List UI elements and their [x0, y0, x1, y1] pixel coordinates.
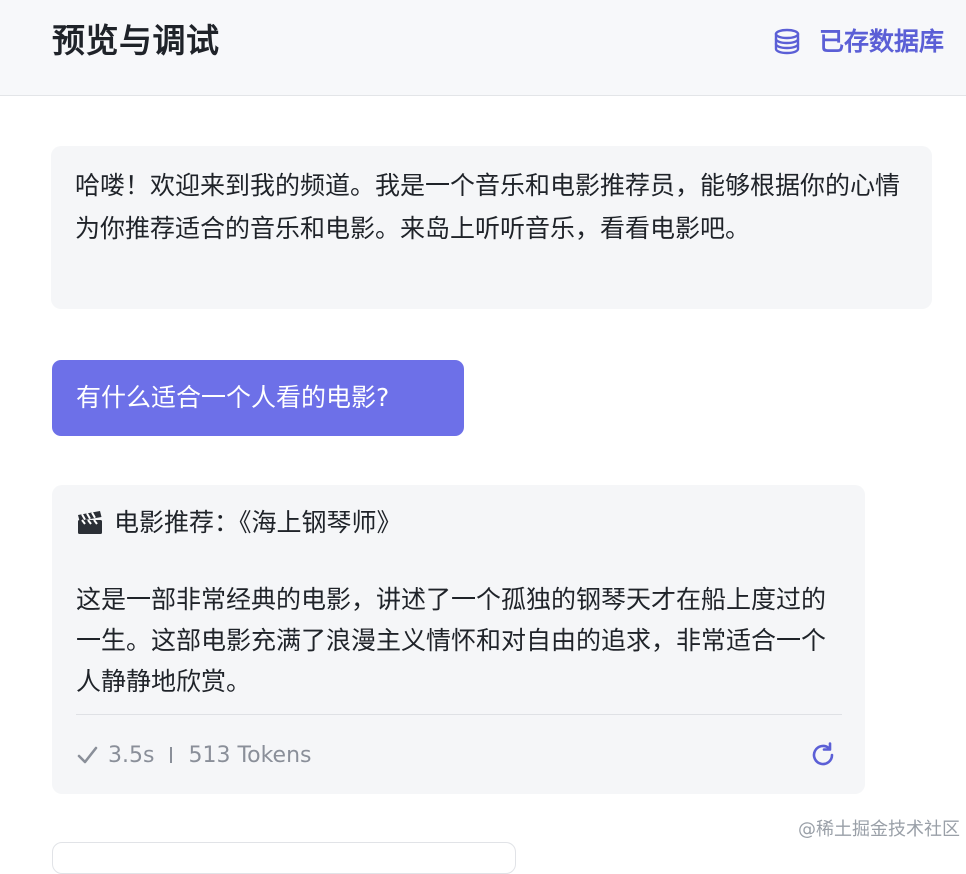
next-message-bubble — [52, 842, 516, 874]
header-bar: 预览与调试 已存数据库 — [0, 0, 966, 96]
user-message-text: 有什么适合一个人看的电影? — [76, 383, 390, 412]
meta-separator — [170, 747, 173, 763]
token-count: 513 Tokens — [188, 742, 312, 768]
reply-body-text: 这是一部非常经典的电影，讲述了一个孤独的钢琴天才在船上度过的一生。这部电影充满了… — [76, 585, 827, 696]
page-title: 预览与调试 — [52, 21, 220, 60]
bot-greeting-text: 哈喽！欢迎来到我的频道。我是一个音乐和电影推荐员，能够根据你的心情为你推荐适合的… — [75, 171, 901, 243]
checkmark-icon — [77, 746, 98, 764]
bot-greeting-message: 哈喽！欢迎来到我的频道。我是一个音乐和电影推荐员，能够根据你的心情为你推荐适合的… — [51, 146, 932, 309]
reply-meta: 3.5s 513 Tokens — [76, 737, 312, 773]
reply-title-text: 电影推荐：《海上钢琴师》 — [114, 508, 402, 537]
regenerate-button[interactable] — [809, 741, 837, 769]
reply-title: 电影推荐：《海上钢琴师》 — [76, 505, 402, 541]
reply-divider — [76, 714, 842, 715]
saved-database-label: 已存数据库 — [818, 27, 944, 56]
clapper-board-icon — [78, 511, 102, 534]
saved-database-link[interactable]: 已存数据库 — [773, 22, 944, 62]
watermark: @稀土掘金技术社区 — [798, 819, 960, 840]
bot-reply-message: 电影推荐：《海上钢琴师》 这是一部非常经典的电影，讲述了一个孤独的钢琴天才在船上… — [52, 485, 865, 794]
user-message: 有什么适合一个人看的电影? — [52, 360, 464, 436]
refresh-icon — [812, 742, 834, 766]
response-duration: 3.5s — [108, 742, 155, 768]
database-icon — [774, 28, 800, 55]
